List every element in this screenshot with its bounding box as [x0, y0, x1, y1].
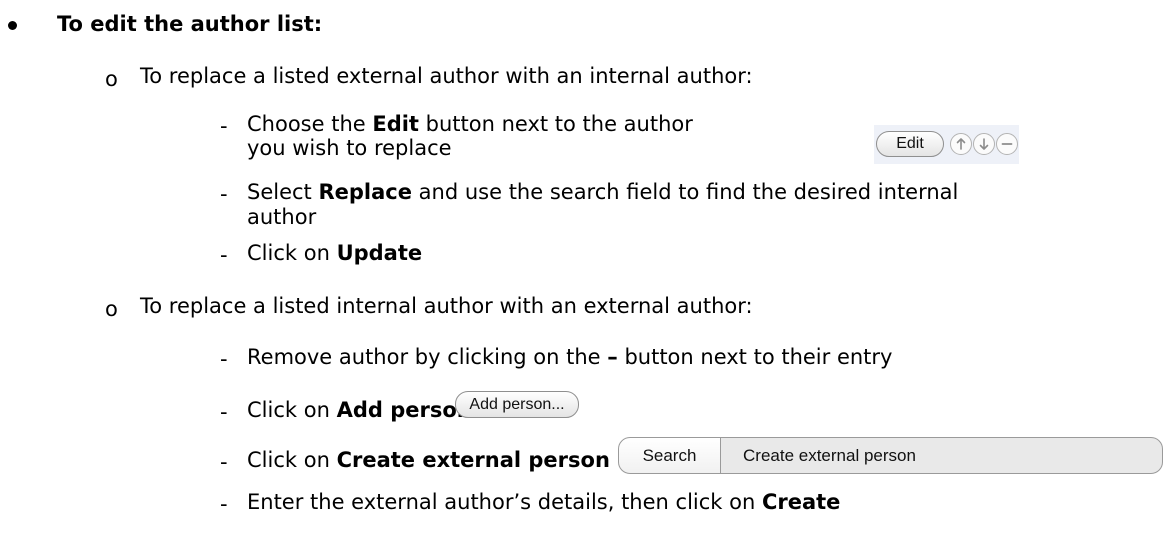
arrow-up-icon[interactable]	[950, 133, 972, 155]
step-dash: -	[220, 114, 228, 138]
step-text: Click on Add person	[247, 398, 472, 422]
create-external-person-tab[interactable]: Create external person	[720, 437, 1163, 474]
search-tab[interactable]: Search	[618, 437, 721, 474]
step-text: Select Replace and use the search field …	[247, 180, 959, 204]
person-mode-tabs: Search Create external person	[618, 437, 1163, 474]
step-text-continued: author	[247, 205, 317, 229]
section-title: To replace a listed internal author with…	[140, 294, 753, 318]
sub-marker: o	[105, 67, 118, 91]
step-text: Remove author by clicking on the – butto…	[247, 345, 893, 369]
bullet-dot	[8, 21, 17, 30]
step-dash: -	[220, 347, 228, 371]
arrow-down-icon[interactable]	[973, 133, 995, 155]
minus-icon[interactable]	[996, 133, 1018, 155]
edit-toolbar: Edit	[874, 125, 1019, 164]
step-text: Choose the Edit button next to the autho…	[247, 112, 693, 136]
heading: To edit the author list:	[57, 12, 323, 36]
step-dash: -	[220, 492, 228, 516]
step-text: Enter the external author’s details, the…	[247, 490, 841, 514]
step-text: Click on Create external person	[247, 448, 610, 472]
step-dash: -	[220, 400, 228, 424]
step-text-continued: you wish to replace	[247, 136, 452, 160]
edit-button[interactable]: Edit	[876, 131, 944, 157]
step-dash: -	[220, 450, 228, 474]
step-dash: -	[220, 182, 228, 206]
section-title: To replace a listed external author with…	[140, 64, 753, 88]
add-person-button[interactable]: Add person...	[455, 391, 579, 418]
sub-marker: o	[105, 297, 118, 321]
step-text: Click on Update	[247, 241, 423, 265]
step-dash: -	[220, 243, 228, 267]
